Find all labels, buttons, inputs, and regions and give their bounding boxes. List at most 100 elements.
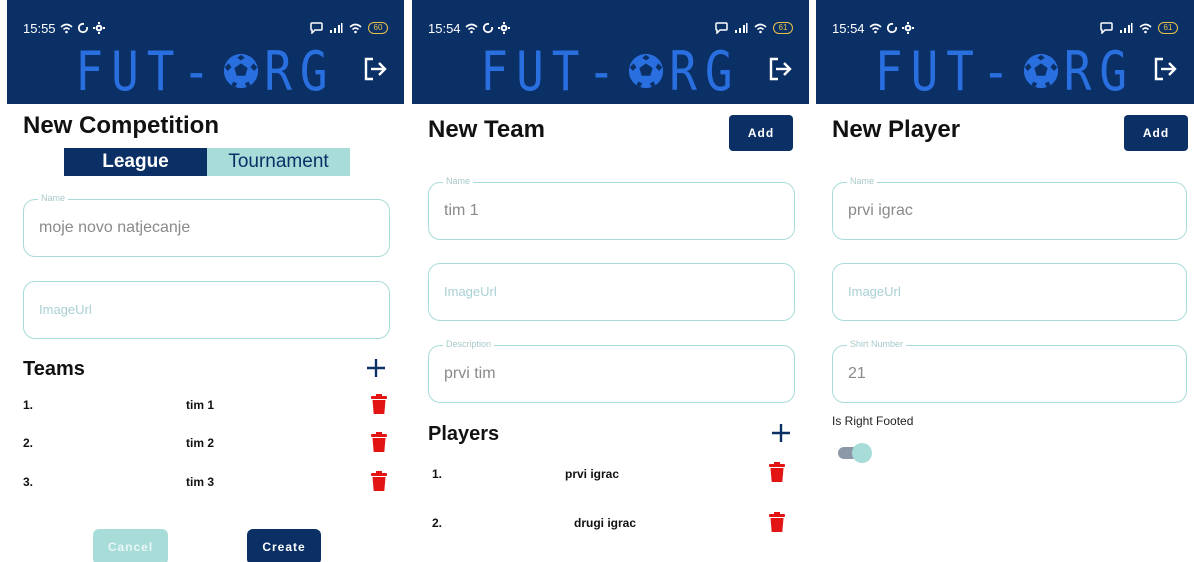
description-field-value: prvi tim: [444, 365, 496, 382]
football-icon: [1023, 53, 1058, 89]
image-url-placeholder: ImageUrl: [39, 302, 92, 317]
signal-icon: [1120, 23, 1133, 33]
delete-icon[interactable]: [371, 394, 387, 414]
app-logo: FUT- RG: [7, 39, 404, 103]
list-item: 2. drugi igrac: [432, 512, 792, 534]
name-field[interactable]: Name moje novo natjecanje: [23, 193, 390, 257]
switch-thumb: [852, 443, 872, 463]
battery-icon: 60: [368, 22, 388, 34]
logo-text-left: FUT-: [480, 39, 624, 103]
list-item: 3. tim 3: [23, 471, 393, 493]
add-team-icon[interactable]: [365, 357, 387, 379]
add-button[interactable]: Add: [1124, 115, 1188, 151]
add-player-icon[interactable]: [770, 422, 792, 444]
league-option[interactable]: League: [64, 148, 207, 176]
status-time: 15:55: [23, 20, 56, 36]
chat-icon: [715, 22, 728, 34]
right-footed-label: Is Right Footed: [832, 414, 914, 428]
chat-icon: [310, 22, 323, 34]
new-competition-screen: 15:55 60 FUT- RG New Competition League …: [7, 0, 404, 562]
add-button[interactable]: Add: [729, 115, 793, 151]
shirt-number-field-value: 21: [848, 365, 866, 382]
wifi-icon: [754, 23, 767, 33]
new-player-screen: 15:54 61 FUT- RG New Player Add Name prv…: [816, 0, 1194, 562]
image-url-placeholder: ImageUrl: [848, 284, 901, 299]
name-field-value: prvi igrac: [848, 202, 913, 219]
football-icon: [224, 53, 259, 89]
item-name: drugi igrac: [574, 516, 637, 530]
right-footed-switch[interactable]: [838, 443, 872, 463]
sync-icon: [482, 22, 494, 34]
wifi-icon: [869, 23, 882, 33]
item-name: prvi igrac: [565, 467, 620, 481]
logout-icon[interactable]: [767, 56, 793, 82]
app-logo: FUT- RG: [816, 39, 1194, 103]
teams-section-title: Teams: [23, 358, 85, 380]
status-time: 15:54: [428, 20, 461, 36]
item-number: 1.: [23, 398, 34, 412]
logo-text-right: RG: [264, 39, 336, 103]
list-item: 1. prvi igrac: [432, 463, 792, 485]
item-number: 2.: [432, 516, 443, 530]
image-url-field[interactable]: ImageUrl: [428, 263, 795, 321]
new-team-screen: 15:54 61 FUT- RG New Team Add Name tim 1…: [412, 0, 809, 562]
logout-icon[interactable]: [362, 56, 388, 82]
page-title: New Competition: [23, 112, 219, 139]
chat-icon: [1100, 22, 1113, 34]
image-url-field[interactable]: ImageUrl: [23, 281, 390, 339]
battery-icon: 61: [773, 22, 793, 34]
shirt-number-field[interactable]: Shirt Number 21: [832, 339, 1187, 403]
delete-icon[interactable]: [371, 471, 387, 491]
wifi-icon: [1139, 23, 1152, 33]
delete-icon[interactable]: [371, 432, 387, 452]
cancel-button[interactable]: Cancel: [93, 529, 168, 562]
app-header: 15:54 61 FUT- RG: [816, 0, 1194, 104]
football-icon: [629, 53, 664, 89]
status-bar: 15:54 61: [428, 18, 793, 38]
competition-type-toggle: League Tournament: [64, 148, 350, 176]
logout-icon[interactable]: [1152, 56, 1178, 82]
name-field[interactable]: Name tim 1: [428, 176, 795, 240]
page-title: New Player: [832, 116, 961, 143]
sync-icon: [77, 22, 89, 34]
page-title: New Team: [428, 116, 545, 143]
name-field-label: Name: [443, 176, 474, 186]
battery-icon: 61: [1158, 22, 1178, 34]
description-field[interactable]: Description prvi tim: [428, 339, 795, 403]
image-url-field[interactable]: ImageUrl: [832, 263, 1187, 321]
wifi-icon: [349, 23, 362, 33]
item-number: 1.: [432, 467, 443, 481]
delete-icon[interactable]: [769, 512, 785, 532]
name-field-label: Name: [847, 176, 878, 186]
app-header: 15:55 60 FUT- RG: [7, 0, 404, 104]
app-header: 15:54 61 FUT- RG: [412, 0, 809, 104]
settings-icon: [92, 22, 105, 34]
item-name: tim 3: [186, 475, 215, 489]
image-url-placeholder: ImageUrl: [444, 284, 497, 299]
list-item: 2. tim 2: [23, 432, 393, 454]
create-button[interactable]: Create: [247, 529, 321, 562]
settings-icon: [901, 22, 914, 34]
sync-icon: [886, 22, 898, 34]
signal-icon: [330, 23, 343, 33]
logo-text-right: RG: [669, 39, 741, 103]
item-number: 3.: [23, 475, 34, 489]
name-field-value: tim 1: [444, 202, 479, 219]
app-logo: FUT- RG: [412, 39, 809, 103]
name-field-label: Name: [38, 193, 69, 203]
name-field[interactable]: Name prvi igrac: [832, 176, 1187, 240]
status-time: 15:54: [832, 20, 865, 36]
wifi-icon: [465, 23, 478, 33]
item-name: tim 1: [186, 398, 215, 412]
name-field-value: moje novo natjecanje: [39, 219, 191, 236]
settings-icon: [497, 22, 510, 34]
status-bar: 15:55 60: [23, 18, 388, 38]
wifi-icon: [60, 23, 73, 33]
list-item: 1. tim 1: [23, 394, 393, 416]
tournament-option[interactable]: Tournament: [207, 148, 350, 176]
delete-icon[interactable]: [769, 462, 785, 482]
logo-text-left: FUT-: [75, 39, 219, 103]
description-field-label: Description: [443, 339, 495, 349]
item-number: 2.: [23, 436, 34, 450]
shirt-number-field-label: Shirt Number: [847, 339, 907, 349]
